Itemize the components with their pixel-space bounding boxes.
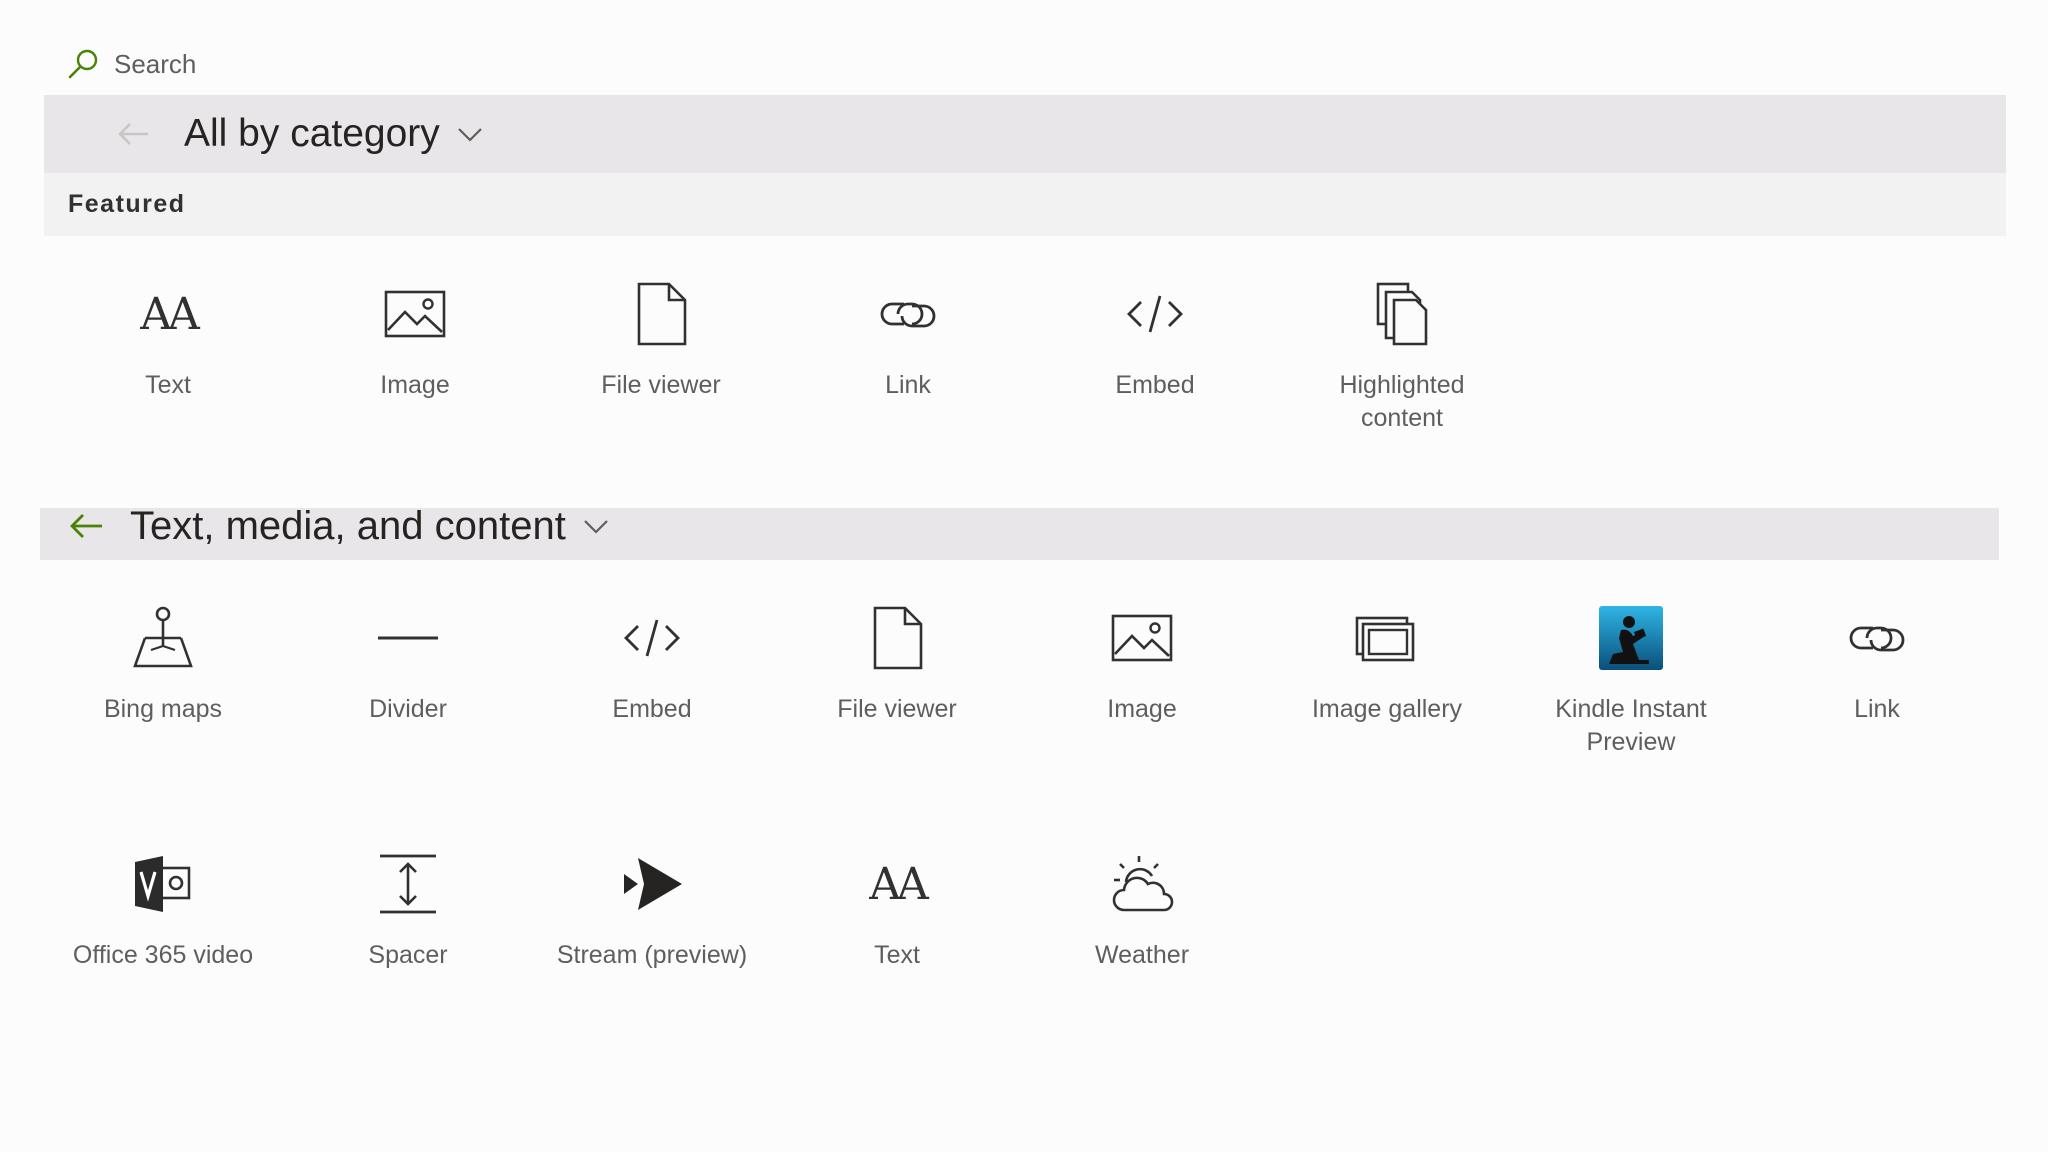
tile-label: Link — [885, 371, 931, 399]
section-item-link[interactable]: Link — [1757, 606, 1997, 786]
image-icon — [383, 282, 447, 346]
tile-label: Image — [380, 371, 450, 399]
section-item-weather[interactable]: Weather — [1022, 852, 1262, 1032]
back-arrow-icon — [118, 123, 148, 145]
featured-header: Featured — [44, 173, 2006, 236]
stream-icon — [620, 852, 684, 916]
section-item-stream[interactable]: Stream (preview) — [532, 852, 772, 1032]
tile-label: Text — [145, 371, 191, 399]
featured-heading: Featured — [68, 190, 186, 218]
category-dropdown[interactable]: All by category — [184, 112, 484, 156]
embed-icon — [1123, 282, 1187, 346]
tile-label: Stream (preview) — [556, 941, 748, 969]
featured-item-file-viewer[interactable]: File viewer — [541, 282, 781, 462]
text-icon: AA — [140, 288, 200, 340]
tile-label: Image — [1107, 695, 1177, 723]
tile-label: Office 365 video — [72, 941, 254, 969]
section-item-text[interactable]: AA Text — [777, 852, 1017, 1032]
tile-label: Image gallery — [1311, 695, 1463, 723]
highlighted-content-icon — [1370, 282, 1434, 346]
tile-label: Embed — [612, 695, 692, 723]
section-item-kindle-instant-preview[interactable]: Kindle Instant Preview — [1511, 606, 1751, 786]
tile-label: Weather — [1094, 941, 1190, 969]
section-item-divider[interactable]: Divider — [288, 606, 528, 786]
office-365-video-icon — [131, 852, 195, 916]
tile-label: Embed — [1115, 371, 1195, 399]
tile-label: File viewer — [601, 371, 721, 399]
section-dropdown[interactable]: Text, media, and content — [130, 504, 610, 549]
image-icon — [1110, 606, 1174, 670]
tile-label: File viewer — [837, 695, 957, 723]
section-title: Text, media, and content — [130, 503, 566, 548]
divider-icon — [376, 606, 440, 670]
file-icon — [865, 606, 929, 670]
category-dropdown-label: All by category — [184, 112, 440, 155]
tile-label: Bing maps — [103, 695, 223, 723]
embed-icon — [620, 606, 684, 670]
link-icon — [1845, 606, 1909, 670]
section-item-spacer[interactable]: Spacer — [288, 852, 528, 1032]
featured-item-text[interactable]: AA Text — [48, 282, 288, 462]
section-item-bing-maps[interactable]: Bing maps — [43, 606, 283, 786]
kindle-icon — [1599, 606, 1663, 670]
section-item-file-viewer[interactable]: File viewer — [777, 606, 1017, 786]
webpart-picker: Search All by category Featured Text, me… — [0, 0, 2048, 1152]
link-icon — [876, 282, 940, 346]
search-placeholder: Search — [114, 48, 197, 79]
spacer-icon — [376, 852, 440, 916]
search-box[interactable]: Search — [66, 44, 196, 84]
section-item-image[interactable]: Image — [1022, 606, 1262, 786]
featured-item-link[interactable]: Link — [788, 282, 1028, 462]
category-header: All by category — [44, 95, 2006, 173]
section-item-embed[interactable]: Embed — [532, 606, 772, 786]
section-back-button[interactable] — [62, 501, 112, 551]
tile-label: Spacer — [368, 941, 448, 969]
chevron-down-icon — [582, 516, 610, 536]
featured-item-embed[interactable]: Embed — [1035, 282, 1275, 462]
back-arrow-icon — [70, 514, 102, 538]
featured-item-highlighted-content[interactable]: Highlighted content — [1282, 282, 1522, 462]
section-item-office-365-video[interactable]: Office 365 video — [43, 852, 283, 1032]
chevron-down-icon — [456, 124, 484, 144]
text-icon: AA — [869, 858, 929, 910]
bing-maps-icon — [131, 606, 195, 670]
tile-label: Kindle Instant Preview — [1555, 695, 1707, 756]
section-header: Text, media, and content — [40, 504, 1999, 560]
search-icon — [68, 49, 98, 79]
tile-label: Text — [874, 941, 920, 969]
weather-icon — [1110, 852, 1174, 916]
back-button[interactable] — [106, 106, 162, 162]
featured-item-image[interactable]: Image — [295, 282, 535, 462]
section-item-image-gallery[interactable]: Image gallery — [1267, 606, 1507, 786]
tile-label: Link — [1854, 695, 1900, 723]
tile-label: Divider — [369, 695, 447, 723]
tile-label: Highlighted content — [1339, 371, 1465, 432]
image-gallery-icon — [1355, 606, 1419, 670]
file-icon — [629, 282, 693, 346]
